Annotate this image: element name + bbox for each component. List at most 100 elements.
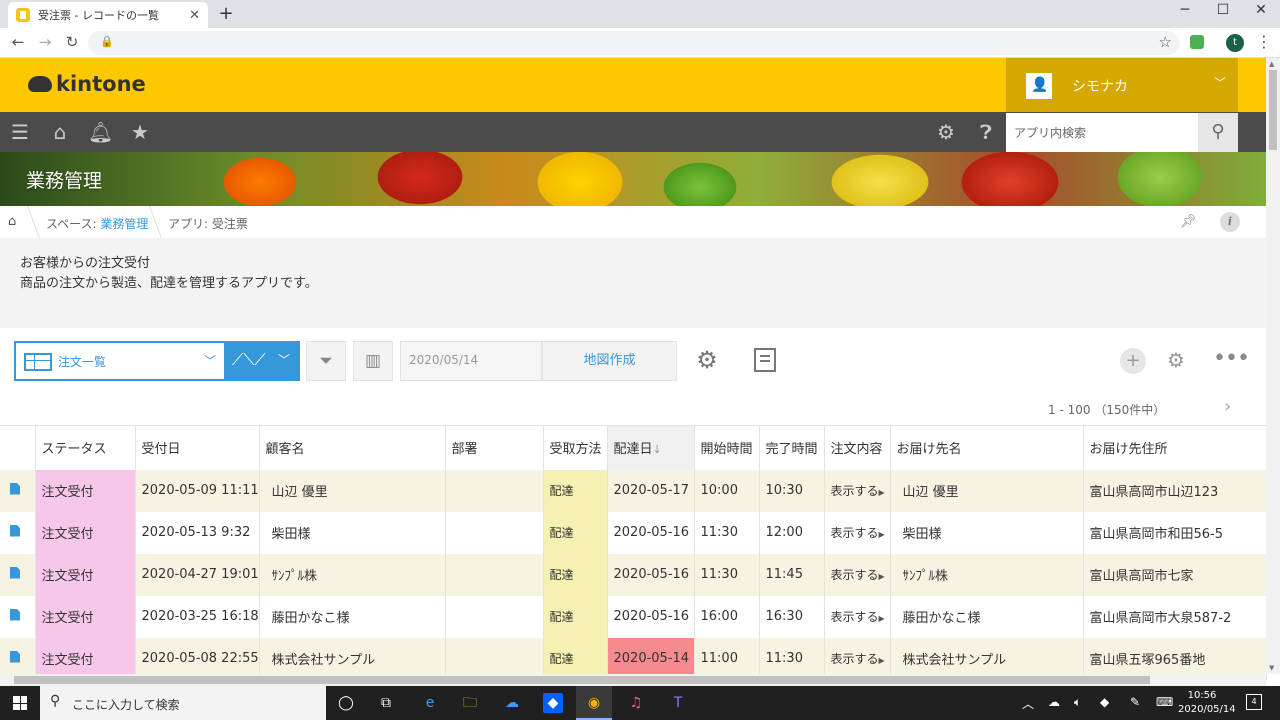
window-minimize-button[interactable]: ─	[1170, 2, 1200, 18]
next-page-icon[interactable]: ›	[1224, 396, 1231, 417]
favorite-star-icon[interactable]: ★	[128, 120, 152, 144]
breadcrumb-home-icon[interactable]: ⌂	[8, 214, 16, 229]
show-link[interactable]: 表示する	[831, 526, 879, 540]
column-header-dept[interactable]: 部署	[445, 425, 544, 470]
new-tab-button[interactable]: +	[216, 3, 236, 24]
column-header-customer[interactable]: 顧客名	[259, 425, 446, 470]
description-line: お客様からの注文受付	[20, 256, 151, 271]
view-selector[interactable]: 注文一覧 ﹀	[14, 341, 224, 381]
bulk-edit-icon[interactable]	[754, 348, 776, 372]
table-row[interactable]: 注文受付 2020-05-09 11:11 山辺 優里 配達 2020-05-17 10:…	[0, 469, 1267, 512]
document-icon	[10, 524, 20, 537]
cell-order-show[interactable]: 表示する▶	[824, 469, 891, 512]
filter-button[interactable]: ⏷	[306, 341, 346, 381]
settings-gear-icon[interactable]: ⚙	[934, 120, 958, 144]
cell-order-show[interactable]: 表示する▶	[824, 595, 891, 638]
column-header-dest-name[interactable]: お届け先名	[890, 425, 1084, 470]
onedrive-icon[interactable]: ☁	[502, 693, 522, 713]
url-input[interactable]: 🔒 ☆	[88, 31, 1180, 55]
show-link[interactable]: 表示する	[831, 610, 879, 624]
menu-icon[interactable]: ☰	[8, 120, 32, 144]
column-header-delivery[interactable]: 配達日↓	[607, 425, 695, 470]
scroll-up-icon[interactable]: ▲	[1269, 60, 1274, 68]
breadcrumb-space-link[interactable]: 業務管理	[100, 217, 148, 231]
tab-close-icon[interactable]: ✕	[189, 8, 200, 23]
browser-tab[interactable]: 受注票 - レコードの一覧 ✕	[8, 2, 208, 28]
browser-menu-icon[interactable]: ⋮	[1256, 32, 1272, 51]
help-icon[interactable]: ❓︎	[974, 120, 998, 144]
column-header-method[interactable]: 受取方法	[543, 425, 608, 470]
record-detail-icon[interactable]	[0, 553, 36, 596]
add-record-button[interactable]: +	[1120, 348, 1146, 374]
forward-icon[interactable]: →	[35, 33, 55, 51]
search-icon[interactable]: ⚲	[1198, 113, 1238, 152]
cell-order-show[interactable]: 表示する▶	[824, 553, 891, 596]
tray-onedrive-icon[interactable]: ☁	[1048, 695, 1060, 709]
file-explorer-icon[interactable]: 🗀	[460, 693, 480, 713]
date-filter-input[interactable]: 2020/05/14	[400, 341, 542, 381]
cortana-icon[interactable]: ◯	[336, 693, 356, 713]
edge-icon[interactable]: e	[420, 693, 440, 713]
windows-start-icon[interactable]	[13, 696, 27, 710]
create-map-button[interactable]: 地図作成	[542, 341, 677, 381]
column-header-start[interactable]: 開始時間	[694, 425, 760, 470]
cell-order-show[interactable]: 表示する▶	[824, 511, 891, 554]
dropbox-icon[interactable]: ◆	[543, 693, 563, 713]
app-settings-gear-icon[interactable]: ⚙	[1167, 348, 1185, 372]
column-header-order[interactable]: 注文内容	[824, 425, 891, 470]
pin-icon[interactable]: 📌︎	[1180, 214, 1197, 229]
home-icon[interactable]: ⌂	[48, 120, 72, 144]
more-options-icon[interactable]: •••	[1213, 346, 1250, 371]
notification-center-icon[interactable]: 4	[1246, 694, 1262, 710]
vertical-scrollbar[interactable]: ▲ ▼	[1266, 58, 1280, 674]
breadcrumb-app[interactable]: アプリ: 受注票	[168, 215, 248, 232]
user-menu[interactable]: シモナカ ﹀	[1006, 58, 1238, 112]
taskbar-search[interactable]: ⚲ ここに入力して検索	[40, 686, 326, 720]
bookmark-star-icon[interactable]: ☆	[1159, 33, 1172, 51]
info-icon[interactable]: i	[1220, 212, 1240, 232]
table-row[interactable]: 注文受付 2020-04-27 19:01 ｻﾝﾌﾟﾙ株 配達 2020-05-16 11…	[0, 553, 1267, 596]
chevron-down-icon: ﹀	[1213, 76, 1226, 90]
table-row[interactable]: 注文受付 2020-03-25 16:18 藤田かなこ様 配達 2020-05-16 16…	[0, 595, 1267, 638]
show-link[interactable]: 表示する	[831, 652, 879, 666]
app-search-input[interactable]	[1006, 113, 1198, 152]
show-link[interactable]: 表示する	[831, 568, 879, 582]
graph-selector[interactable]: ⟋⟍⟋ ﹀	[224, 341, 300, 381]
kintone-logo[interactable]: kintone	[28, 72, 146, 96]
aggregate-button[interactable]: ▥	[353, 341, 393, 381]
horizontal-scrollbar[interactable]	[0, 674, 1266, 686]
cell-dept	[445, 553, 544, 596]
scroll-thumb[interactable]	[1269, 70, 1277, 150]
volume-icon[interactable]: 🔈︎	[1074, 695, 1081, 710]
tray-overflow-icon[interactable]: ︿	[1022, 695, 1034, 712]
column-header-received[interactable]: 受付日	[135, 425, 260, 470]
cell-method: 配達	[543, 511, 608, 554]
extension-icon[interactable]	[1190, 35, 1204, 49]
scroll-thumb[interactable]	[14, 676, 1150, 684]
task-view-icon[interactable]: ⧉	[376, 693, 396, 713]
cell-customer: 藤田かなこ様	[259, 595, 446, 638]
table-row[interactable]: 注文受付 2020-05-13 9:32 柴田様 配達 2020-05-16 11:30 1…	[0, 511, 1267, 554]
window-close-button[interactable]: ✕	[1246, 2, 1276, 18]
record-detail-icon[interactable]	[0, 469, 36, 512]
chrome-icon[interactable]: ◉	[584, 693, 604, 713]
taskbar-clock[interactable]: 10:56 2020/05/14	[1178, 689, 1236, 717]
window-maximize-button[interactable]: ☐	[1208, 2, 1238, 18]
show-link[interactable]: 表示する	[831, 484, 879, 498]
view-settings-gear-icon[interactable]: ⚙	[693, 346, 721, 374]
bell-icon[interactable]: 🔔︎	[88, 120, 113, 144]
profile-avatar[interactable]: t	[1226, 34, 1244, 52]
tray-dropbox-icon[interactable]: ◆	[1100, 695, 1109, 709]
reload-icon[interactable]: ↻	[62, 33, 82, 51]
record-detail-icon[interactable]	[0, 595, 36, 638]
back-icon[interactable]: ←	[8, 33, 28, 51]
teams-icon[interactable]: T	[668, 693, 688, 713]
pen-icon[interactable]: ✎	[1130, 695, 1140, 709]
column-header-address[interactable]: お届け先住所	[1083, 425, 1267, 470]
keyboard-icon[interactable]: ⌨	[1156, 695, 1173, 709]
column-header-end[interactable]: 完了時間	[759, 425, 825, 470]
record-detail-icon[interactable]	[0, 511, 36, 554]
column-header-status[interactable]: ステータス	[35, 425, 136, 470]
scroll-down-icon[interactable]: ▼	[1269, 664, 1274, 672]
itunes-icon[interactable]: ♫	[626, 693, 646, 713]
